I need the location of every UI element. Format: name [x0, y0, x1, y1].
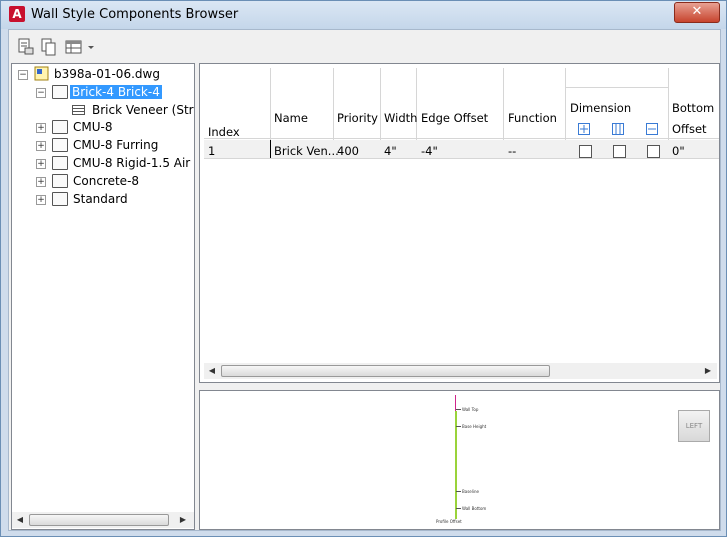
folder-icon — [52, 192, 68, 206]
folder-icon — [52, 174, 68, 188]
wall-component-line — [455, 411, 457, 519]
expand-item-icon[interactable]: + — [36, 159, 46, 169]
tree-item-standard[interactable]: Standard — [73, 190, 128, 208]
dimension-split-checkbox[interactable] — [613, 145, 626, 158]
dimension-split-icon[interactable] — [612, 123, 625, 136]
window-title: Wall Style Components Browser — [31, 7, 239, 22]
document-list-icon[interactable] — [17, 38, 35, 56]
folder-icon — [52, 156, 68, 170]
col-name-header[interactable]: Name — [274, 111, 308, 125]
col-bottom-elev-header[interactable]: Bottom Ele — [672, 101, 719, 115]
tree-horizontal-scrollbar[interactable]: ◀ ▶ — [12, 512, 194, 528]
col-width-header[interactable]: Width — [384, 111, 417, 125]
wall-preview: Wall Top Base Height Baseline Wall Botto… — [199, 390, 720, 530]
scroll-right-icon[interactable]: ▶ — [176, 513, 190, 527]
collapse-item-icon[interactable]: − — [36, 88, 46, 98]
tree-item-cmu-8-furring[interactable]: CMU-8 Furring — [73, 136, 158, 154]
col-priority-header[interactable]: Priority — [337, 111, 378, 125]
close-button[interactable]: ✕ — [674, 2, 720, 23]
tree-item-label: Brick-4 Brick-4 — [70, 85, 162, 99]
tree-item-brick-4[interactable]: Brick-4 Brick-4 — [70, 83, 162, 101]
cell-offset[interactable]: 0" — [672, 144, 685, 158]
dwg-file-icon — [34, 66, 49, 81]
folder-icon — [52, 120, 68, 134]
preview-label-wall-top: Wall Top — [462, 407, 479, 412]
col-dimension-header[interactable]: Dimension — [570, 101, 631, 115]
cell-function[interactable]: -- — [508, 144, 516, 158]
preview-label-baseline: Baseline — [462, 489, 479, 494]
cell-index[interactable]: 1 — [208, 144, 215, 158]
expand-item-icon[interactable]: + — [36, 177, 46, 187]
title-bar: A Wall Style Components Browser ✕ — [1, 1, 726, 29]
cell-priority[interactable]: 400 — [337, 144, 359, 158]
tick-mark — [456, 409, 461, 410]
toolbar — [9, 30, 720, 61]
tick-mark — [456, 508, 461, 509]
left-view-button[interactable]: LEFT — [678, 410, 710, 442]
expand-item-icon[interactable]: + — [36, 141, 46, 151]
preview-label-base-height: Base Height — [462, 424, 487, 429]
main-window: A Wall Style Components Browser ✕ − b398… — [0, 0, 727, 537]
header-bottom-line — [204, 138, 719, 139]
autocad-logo-icon: A — [9, 6, 25, 22]
header-divider — [566, 87, 668, 88]
preview-label-wall-bottom: Wall Bottom — [462, 506, 487, 511]
col-offset-header[interactable]: Offset — [672, 122, 707, 136]
tree-item-cmu-8-rigid[interactable]: CMU-8 Rigid-1.5 Air — [73, 154, 190, 172]
scroll-left-icon[interactable]: ◀ — [205, 364, 219, 378]
tree-item-concrete-8[interactable]: Concrete-8 — [73, 172, 139, 190]
tree-item-cmu-8[interactable]: CMU-8 — [73, 118, 112, 136]
expand-item-icon[interactable]: + — [36, 195, 46, 205]
client-area: − b398a-01-06.dwg − Brick-4 Brick-4 Bric… — [8, 29, 721, 531]
grid-horizontal-scrollbar[interactable]: ◀ ▶ — [204, 363, 717, 379]
preview-label-profile-offset: Profile Offset — [436, 519, 462, 524]
table-view-icon[interactable] — [65, 38, 83, 56]
dimension-center-icon[interactable] — [578, 123, 591, 136]
scroll-left-icon[interactable]: ◀ — [13, 513, 27, 527]
folder-icon — [52, 138, 68, 152]
components-grid: Index Name Priority Width Edge Offset Fu… — [199, 63, 720, 383]
cell-cursor — [270, 140, 271, 158]
collapse-root-icon[interactable]: − — [18, 70, 28, 80]
cell-width[interactable]: 4" — [384, 144, 397, 158]
style-tree[interactable]: − b398a-01-06.dwg − Brick-4 Brick-4 Bric… — [11, 63, 195, 530]
dimension-edge-icon[interactable] — [646, 123, 659, 136]
col-index-header[interactable]: Index — [208, 125, 240, 139]
dropdown-arrow-icon[interactable] — [86, 38, 96, 56]
cell-edge-offset[interactable]: -4" — [421, 144, 438, 158]
tick-mark — [456, 426, 461, 427]
expand-item-icon[interactable]: + — [36, 123, 46, 133]
dimension-edge-checkbox[interactable] — [647, 145, 660, 158]
row-bottom-line — [204, 158, 719, 159]
dimension-center-checkbox[interactable] — [579, 145, 592, 158]
col-edge-offset-header[interactable]: Edge Offset — [421, 111, 488, 125]
folder-icon — [52, 85, 68, 99]
tree-item-brick-veneer[interactable]: Brick Veneer (Struc — [92, 101, 194, 119]
tree-root-label[interactable]: b398a-01-06.dwg — [54, 65, 160, 83]
cell-name[interactable]: Brick Ven... — [274, 144, 339, 158]
scrollbar-thumb[interactable] — [221, 365, 550, 377]
tick-mark — [456, 491, 461, 492]
col-function-header[interactable]: Function — [508, 111, 557, 125]
scrollbar-thumb[interactable] — [29, 514, 169, 526]
wall-component-icon — [72, 105, 85, 115]
copy-icon[interactable] — [40, 38, 58, 56]
scroll-right-icon[interactable]: ▶ — [701, 364, 715, 378]
